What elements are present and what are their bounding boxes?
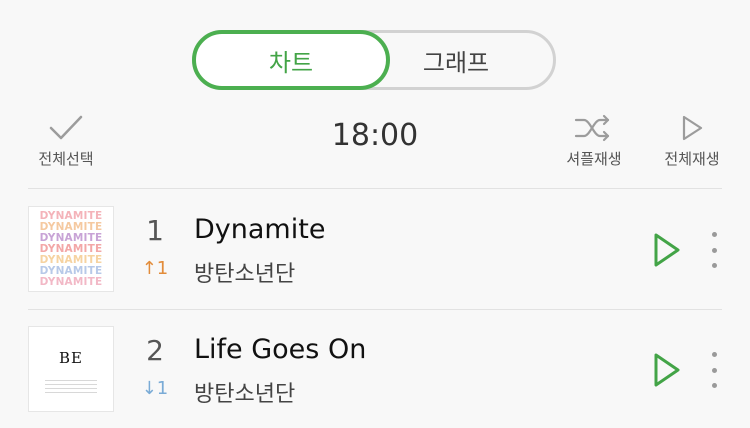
- rank-number: 2: [146, 334, 164, 367]
- play-icon[interactable]: [648, 350, 684, 390]
- more-vertical-icon[interactable]: [704, 232, 724, 268]
- song-artist: 방탄소년단: [194, 262, 296, 287]
- select-all-button[interactable]: 전체선택: [28, 114, 104, 169]
- play-all-label: 전체재생: [664, 150, 720, 168]
- song-row[interactable]: DYNAMITE DYNAMITE DYNAMITE DYNAMITE DYNA…: [0, 190, 750, 310]
- song-title: Life Goes On: [194, 334, 367, 365]
- be-cover-title: BE: [59, 349, 83, 367]
- shuffle-icon: [574, 114, 610, 142]
- be-cover-text-lines: [45, 377, 97, 396]
- rank-number: 1: [146, 214, 164, 247]
- song-artist: 방탄소년단: [194, 382, 296, 407]
- play-outline-icon: [682, 115, 703, 141]
- shuffle-play-button[interactable]: 셔플재생: [556, 114, 632, 169]
- dynamite-cover-art: DYNAMITE DYNAMITE DYNAMITE DYNAMITE DYNA…: [39, 210, 103, 288]
- album-cover-dynamite: DYNAMITE DYNAMITE DYNAMITE DYNAMITE DYNA…: [28, 206, 114, 292]
- song-row[interactable]: BE 2 ↓1 Life Goes On 방탄소년단: [0, 310, 750, 428]
- check-icon: [49, 115, 83, 140]
- shuffle-play-label: 셔플재생: [566, 150, 622, 168]
- divider: [28, 188, 722, 189]
- play-icon[interactable]: [648, 230, 684, 270]
- tab-graph[interactable]: 그래프: [356, 30, 556, 90]
- more-vertical-icon[interactable]: [704, 352, 724, 388]
- play-all-button[interactable]: 전체재생: [654, 114, 730, 169]
- rank-change: ↓1: [141, 378, 169, 399]
- song-title: Dynamite: [194, 214, 326, 245]
- chart-time: 18:00: [331, 118, 419, 153]
- chart-graph-toggle: 차트 그래프: [192, 30, 556, 90]
- rank-change: ↑1: [141, 258, 169, 279]
- select-all-label: 전체선택: [38, 150, 94, 168]
- album-cover-be: BE: [28, 326, 114, 412]
